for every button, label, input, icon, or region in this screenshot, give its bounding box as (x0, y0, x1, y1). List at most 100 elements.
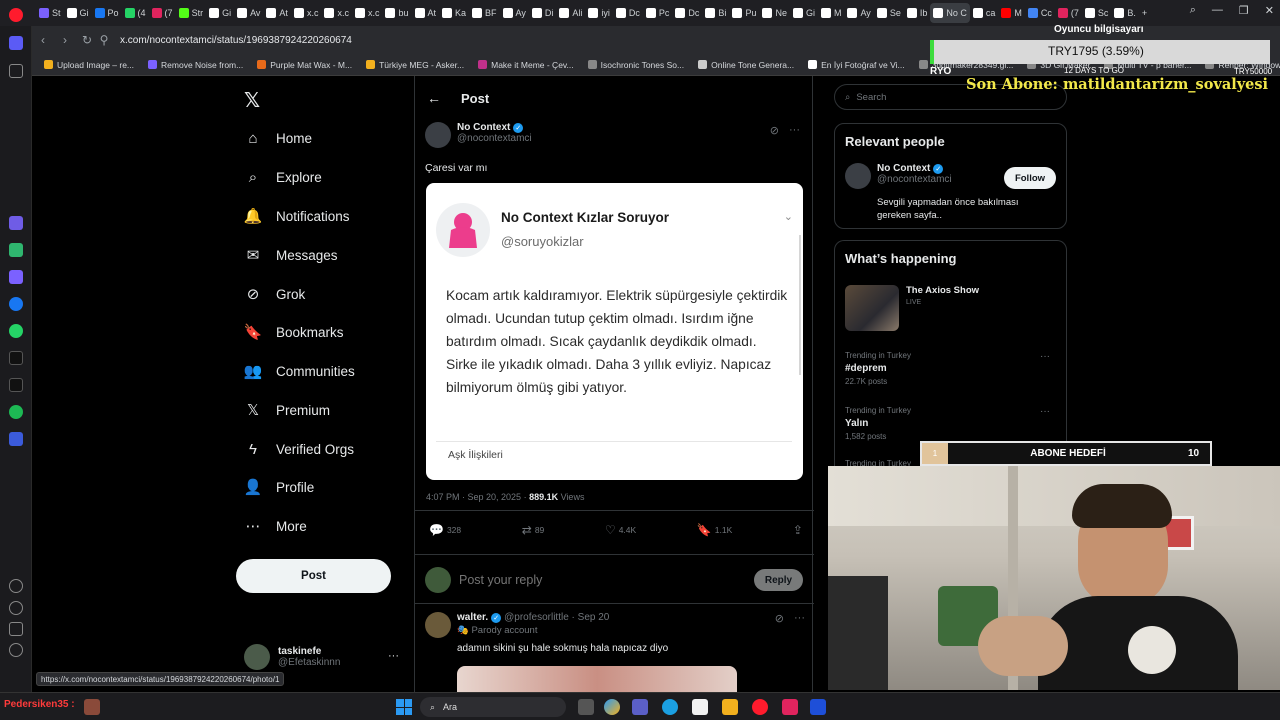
like-action[interactable]: ♡ 4.4K (605, 523, 636, 537)
app-icon[interactable] (9, 270, 23, 284)
site-info-icon[interactable]: ⚲ (98, 33, 110, 47)
browser-tab[interactable]: Pc (643, 3, 673, 23)
repost-action[interactable]: ⇄ 89 (522, 523, 545, 537)
reply-author-name[interactable]: walter. (457, 612, 488, 623)
reply-handle-date[interactable]: @profesorlittle · Sep 20 (504, 612, 609, 623)
player-icon[interactable] (9, 432, 23, 446)
more-options-icon[interactable]: ··· (1040, 406, 1050, 417)
reload-icon[interactable]: ↻ (76, 33, 98, 47)
post-button[interactable]: Post (236, 559, 391, 593)
reply-tweet[interactable]: walter. ✓ @profesorlittle · Sep 20 🎭 Parod… (425, 612, 805, 692)
more-options-icon[interactable]: ··· (789, 124, 800, 137)
x-logo-icon[interactable]: 𝕏 (244, 88, 260, 113)
back-arrow-icon[interactable]: ← (427, 90, 441, 106)
person-handle[interactable]: @nocontextamci (877, 174, 952, 185)
nav-item-notifications[interactable]: 🔔 Notifications (244, 204, 350, 228)
nav-item-messages[interactable]: ✉ Messages (244, 243, 338, 267)
browser-tab[interactable]: Ay (500, 3, 529, 23)
reply-image[interactable] (457, 666, 737, 692)
browser-tab[interactable]: x.c (291, 3, 322, 23)
browser-tab[interactable]: Se (874, 3, 904, 23)
browser-tab[interactable]: ca (970, 3, 999, 23)
post-timestamp[interactable]: 4:07 PM · Sep 20, 2025 · (426, 492, 529, 502)
url-text[interactable]: x.com/nocontextamci/status/1969387924220… (120, 35, 352, 46)
store-icon[interactable] (692, 699, 708, 715)
taskbar-search[interactable]: ⌕ Ara (420, 697, 566, 717)
reply-button[interactable]: Reply (754, 569, 803, 591)
nav-item-profile[interactable]: 👤 Profile (244, 475, 315, 499)
bookmark-item[interactable]: Remove Noise from... (148, 60, 243, 70)
browser-tab[interactable]: Pu (729, 3, 759, 23)
avatar[interactable] (845, 163, 871, 189)
browser-tab[interactable]: bu (382, 3, 411, 23)
browser-tab[interactable]: x.c (352, 3, 383, 23)
browser-tab[interactable]: Gi (790, 3, 818, 23)
avatar[interactable] (425, 122, 451, 148)
account-switcher[interactable]: taskinefe @Efetaskinnn (244, 644, 340, 670)
browser-tab[interactable]: M (998, 3, 1025, 23)
post-image[interactable]: No Context Kızlar Soruyor @soruyokizlar … (426, 183, 803, 480)
reply-action[interactable]: 💬 328 (429, 523, 461, 537)
messenger-icon[interactable] (9, 297, 23, 311)
relevant-person[interactable]: No Context ✓ @nocontextamci (845, 163, 952, 189)
person-name[interactable]: No Context (877, 163, 930, 174)
browser-tab[interactable]: At (412, 3, 440, 23)
browser-tab[interactable]: (4 (122, 3, 149, 23)
browser-tab[interactable]: M (818, 3, 845, 23)
nav-item-more[interactable]: ⋯ More (244, 514, 307, 538)
spotify-icon[interactable] (9, 405, 23, 419)
more-options-icon[interactable]: ··· (794, 612, 805, 625)
tiktok-icon[interactable] (9, 351, 23, 365)
grok-icon[interactable]: ⊘ (775, 612, 784, 625)
browser-tab[interactable]: Cc (1025, 3, 1055, 23)
browser-tab[interactable]: Av (234, 3, 263, 23)
browser-tab[interactable]: No C (930, 3, 970, 23)
browser-tab[interactable]: x.c (321, 3, 352, 23)
browser-tab[interactable]: Ne (759, 3, 790, 23)
close-window-icon[interactable]: ✕ (1265, 4, 1274, 17)
browser-tab[interactable]: Di (529, 3, 557, 23)
share-action[interactable]: ⇪ (793, 523, 803, 537)
account-more-icon[interactable]: ··· (388, 650, 399, 662)
teams-icon[interactable] (632, 699, 648, 715)
follow-button[interactable]: Follow (1004, 167, 1056, 189)
browser-tab[interactable]: Dc (672, 3, 702, 23)
back-icon[interactable]: ‹ (32, 33, 54, 47)
browser-tab[interactable]: Gi (206, 3, 234, 23)
forward-icon[interactable]: › (54, 33, 76, 47)
windows-start-icon[interactable] (396, 699, 412, 715)
chatgpt-icon[interactable] (9, 243, 23, 257)
browser-tab[interactable]: Str (176, 3, 207, 23)
browser-tab[interactable]: Ali (556, 3, 585, 23)
nav-item-grok[interactable]: ⊘ Grok (244, 282, 306, 306)
bookmark-action[interactable]: 🔖 1.1K (697, 523, 732, 537)
bookmark-item[interactable]: Purple Mat Wax - M... (257, 60, 352, 70)
grok-icon[interactable]: ⊘ (770, 124, 779, 137)
browser-tab[interactable]: (7 (1055, 3, 1082, 23)
browser-tab[interactable]: At (263, 3, 291, 23)
live-title[interactable]: The Axios Show (906, 285, 979, 296)
bookmark-star-icon[interactable] (9, 64, 23, 78)
author-name[interactable]: No Context (457, 122, 510, 133)
avatar[interactable] (425, 612, 451, 638)
opera-taskbar-icon[interactable] (752, 699, 768, 715)
nav-item-verified-orgs[interactable]: ϟ Verified Orgs (244, 437, 354, 461)
heart-icon[interactable] (9, 579, 23, 593)
nav-item-communities[interactable]: 👥 Communities (244, 359, 355, 383)
nav-item-bookmarks[interactable]: 🔖 Bookmarks (244, 320, 344, 344)
author-handle[interactable]: @nocontextamci (457, 133, 532, 144)
minimize-icon[interactable]: — (1212, 4, 1223, 17)
edge-icon[interactable] (662, 699, 678, 715)
browser-tab[interactable]: Bi (702, 3, 729, 23)
browser-tab[interactable]: Sc (1082, 3, 1112, 23)
browser-tab[interactable]: Ib (904, 3, 931, 23)
browser-tab[interactable]: Po (92, 3, 122, 23)
browser-tab[interactable]: (7 (149, 3, 176, 23)
browser-tab[interactable]: B. (1111, 3, 1139, 23)
bookmark-item[interactable]: En İyi Fotoğraf ve Vi... (808, 60, 905, 70)
launcher-icon[interactable] (810, 699, 826, 715)
nav-item-home[interactable]: ⌂ Home (244, 126, 312, 150)
browser-tab[interactable]: Dc (613, 3, 643, 23)
history-icon[interactable] (9, 601, 23, 615)
bookmark-item[interactable]: Online Tone Genera... (698, 60, 794, 70)
